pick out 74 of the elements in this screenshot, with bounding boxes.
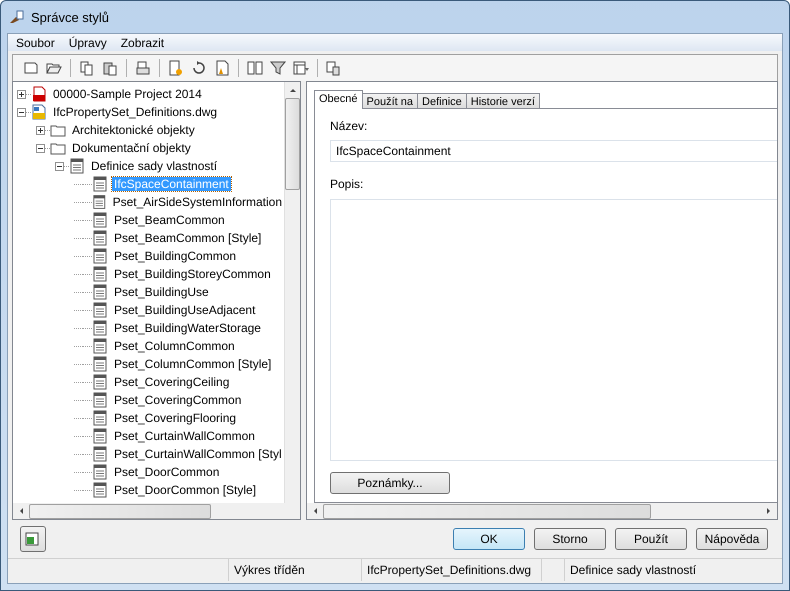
tree-item[interactable]: Pset_BuildingCommon	[112, 249, 238, 263]
property-set-icon	[92, 482, 108, 498]
tree-item[interactable]: Pset_BeamCommon [Style]	[112, 231, 264, 245]
scrollbar-thumb[interactable]	[323, 504, 651, 518]
property-set-icon	[92, 338, 108, 354]
project-icon	[31, 86, 47, 102]
tree-item[interactable]: Architektonické objekty	[70, 123, 197, 137]
property-set-icon	[92, 230, 108, 246]
expander-icon[interactable]	[36, 126, 45, 134]
tree-item[interactable]: Dokumentační objekty	[70, 141, 193, 155]
tree-item[interactable]: Pset_DoorCommon [Style]	[112, 483, 258, 497]
description-field[interactable]	[330, 199, 777, 461]
menu-item[interactable]: Soubor	[16, 36, 55, 50]
expander-icon[interactable]	[17, 90, 26, 98]
notes-button[interactable]: Poznámky...	[330, 472, 450, 494]
tree-item[interactable]: Pset_CoveringFlooring	[112, 411, 238, 425]
property-set-icon	[92, 446, 108, 462]
tree-item[interactable]: Pset_DoorCommon	[112, 465, 222, 479]
dialog-button[interactable]: Nápověda	[696, 528, 768, 550]
dialog-button[interactable]: OK	[453, 528, 525, 550]
property-set-icon	[92, 302, 108, 318]
property-set-icon	[92, 428, 108, 444]
scrollbar-thumb[interactable]	[285, 98, 300, 190]
property-set-icon	[92, 248, 108, 264]
list-icon	[69, 158, 85, 174]
field-label: Název:	[330, 119, 368, 135]
tree-item[interactable]: Pset_CurtainWallCommon	[112, 429, 257, 443]
tree-item[interactable]: IfcPropertySet_Definitions.dwg	[51, 105, 220, 119]
tree-item[interactable]: Pset_AirSideSystemInformation	[110, 195, 284, 209]
expander-icon[interactable]	[55, 162, 64, 170]
tree-item[interactable]: Pset_BuildingUse	[112, 285, 211, 299]
tree-item[interactable]: Definice sady vlastností	[89, 159, 220, 173]
property-set-icon	[92, 266, 108, 282]
menu-item[interactable]: Zobrazit	[120, 36, 164, 50]
tab[interactable]: Použít na	[362, 93, 418, 109]
status-text: Výkres tříděn	[228, 559, 361, 581]
preview-button[interactable]	[20, 526, 46, 552]
property-set-icon	[92, 212, 108, 228]
tab[interactable]: Definice	[417, 93, 467, 109]
property-set-icon	[92, 464, 108, 480]
preview-icon	[25, 531, 41, 547]
property-set-icon	[92, 374, 108, 390]
scrollbar-thumb[interactable]	[29, 504, 211, 518]
tree-item[interactable]: Pset_BuildingUseAdjacent	[112, 303, 258, 317]
tree-item[interactable]: Pset_CoveringCommon	[112, 393, 244, 407]
status-text: Definice sady vlastností	[564, 559, 782, 581]
property-set-icon	[92, 356, 108, 372]
tree-item[interactable]: Pset_CoveringCeiling	[112, 375, 232, 389]
tab[interactable]: Historie verzí	[466, 93, 540, 109]
field-label: Popis:	[330, 177, 364, 193]
dialog-button[interactable]: Použít	[615, 528, 687, 550]
app-icon	[9, 9, 25, 25]
property-set-icon	[92, 320, 108, 336]
tree-item[interactable]: Pset_BeamCommon	[112, 213, 227, 227]
status-text: IfcPropertySet_Definitions.dwg	[361, 559, 541, 581]
property-set-icon	[92, 392, 108, 408]
tree-item[interactable]: Pset_CurtainWallCommon [Styl	[112, 447, 284, 461]
window-title: Správce stylů	[31, 10, 110, 24]
drawing-file-icon	[31, 104, 47, 120]
dialog-button[interactable]: Storno	[534, 528, 606, 550]
tab[interactable]: Obecné	[314, 90, 363, 109]
property-set-icon	[92, 194, 107, 210]
menu-item[interactable]: Úpravy	[68, 36, 107, 50]
tree-item[interactable]: Pset_ColumnCommon [Style]	[112, 357, 274, 371]
tree-item[interactable]: Pset_BuildingWaterStorage	[112, 321, 263, 335]
expander-icon[interactable]	[36, 144, 45, 152]
tree-item[interactable]: Pset_ColumnCommon	[112, 339, 237, 353]
tree-item[interactable]: 00000-Sample Project 2014	[51, 87, 204, 101]
tree-item[interactable]: Pset_BuildingStoreyCommon	[112, 267, 273, 281]
name-field[interactable]: IfcSpaceContainment	[330, 140, 777, 162]
expander-icon[interactable]	[17, 108, 26, 116]
property-set-icon	[92, 284, 108, 300]
property-set-icon	[92, 410, 108, 426]
property-set-icon	[92, 176, 108, 192]
